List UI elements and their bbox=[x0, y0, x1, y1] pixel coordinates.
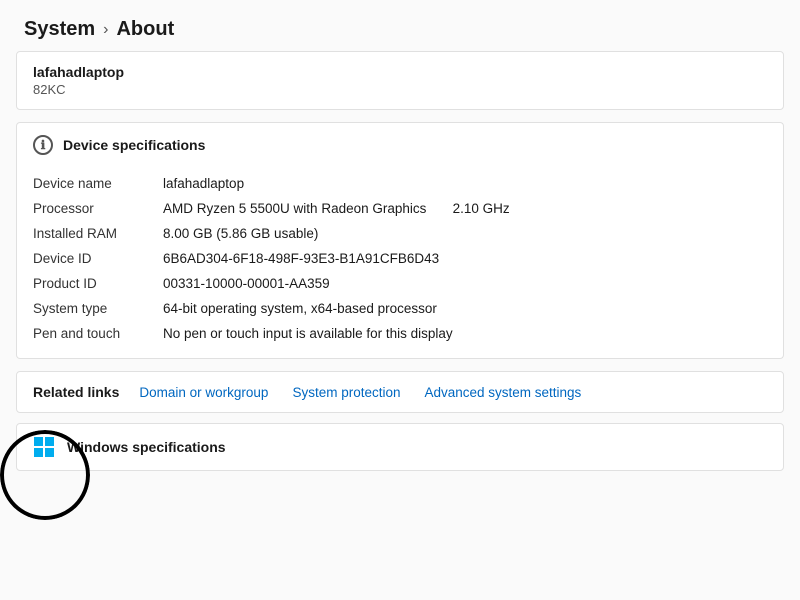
device-specs-header: ℹ Device specifications bbox=[16, 122, 784, 167]
spec-value-pen-touch: No pen or touch input is available for t… bbox=[163, 326, 767, 341]
spec-row-device-id: Device ID 6B6AD304-6F18-498F-93E3-B1A91C… bbox=[33, 246, 767, 271]
spec-value-device-name: lafahadlaptop bbox=[163, 176, 767, 191]
spec-row-device-name: Device name lafahadlaptop bbox=[33, 171, 767, 196]
spec-value-device-id: 6B6AD304-6F18-498F-93E3-B1A91CFB6D43 bbox=[163, 251, 767, 266]
device-name-main: lafahadlaptop bbox=[33, 64, 767, 80]
breadcrumb-chevron-icon: › bbox=[103, 21, 108, 39]
spec-value-processor: AMD Ryzen 5 5500U with Radeon Graphics 2… bbox=[163, 201, 767, 216]
spec-label-ram: Installed RAM bbox=[33, 226, 163, 241]
spec-row-product-id: Product ID 00331-10000-00001-AA359 bbox=[33, 271, 767, 296]
spec-value-ram: 8.00 GB (5.86 GB usable) bbox=[163, 226, 767, 241]
spec-label-processor: Processor bbox=[33, 201, 163, 216]
spec-label-pen-touch: Pen and touch bbox=[33, 326, 163, 341]
info-icon: ℹ bbox=[33, 135, 53, 155]
device-model: 82KC bbox=[33, 82, 767, 97]
domain-workgroup-link[interactable]: Domain or workgroup bbox=[139, 385, 268, 400]
spec-row-processor: Processor AMD Ryzen 5 5500U with Radeon … bbox=[33, 196, 767, 221]
spec-label-device-id: Device ID bbox=[33, 251, 163, 266]
related-links-section: Related links Domain or workgroup System… bbox=[16, 371, 784, 413]
spec-row-system-type: System type 64-bit operating system, x64… bbox=[33, 296, 767, 321]
spec-row-pen-touch: Pen and touch No pen or touch input is a… bbox=[33, 321, 767, 346]
device-header-card: lafahadlaptop 82KC bbox=[16, 51, 784, 110]
specs-card: Device name lafahadlaptop Processor AMD … bbox=[16, 167, 784, 359]
spec-row-ram: Installed RAM 8.00 GB (5.86 GB usable) bbox=[33, 221, 767, 246]
related-links-label: Related links bbox=[33, 384, 119, 400]
spec-label-system-type: System type bbox=[33, 301, 163, 316]
breadcrumb-about[interactable]: About bbox=[116, 18, 174, 41]
device-specs-title: Device specifications bbox=[63, 137, 205, 153]
breadcrumb-system[interactable]: System bbox=[24, 18, 95, 41]
spec-label-product-id: Product ID bbox=[33, 276, 163, 291]
spec-value-system-type: 64-bit operating system, x64-based proce… bbox=[163, 301, 767, 316]
system-protection-link[interactable]: System protection bbox=[292, 385, 400, 400]
breadcrumb: System › About bbox=[0, 0, 800, 51]
windows-specs-label: Windows specifications bbox=[67, 439, 226, 455]
windows-specs-section[interactable]: Windows specifications bbox=[16, 423, 784, 471]
advanced-system-settings-link[interactable]: Advanced system settings bbox=[424, 385, 581, 400]
spec-label-device-name: Device name bbox=[33, 176, 163, 191]
spec-value-product-id: 00331-10000-00001-AA359 bbox=[163, 276, 767, 291]
windows-logo-icon bbox=[33, 436, 55, 458]
